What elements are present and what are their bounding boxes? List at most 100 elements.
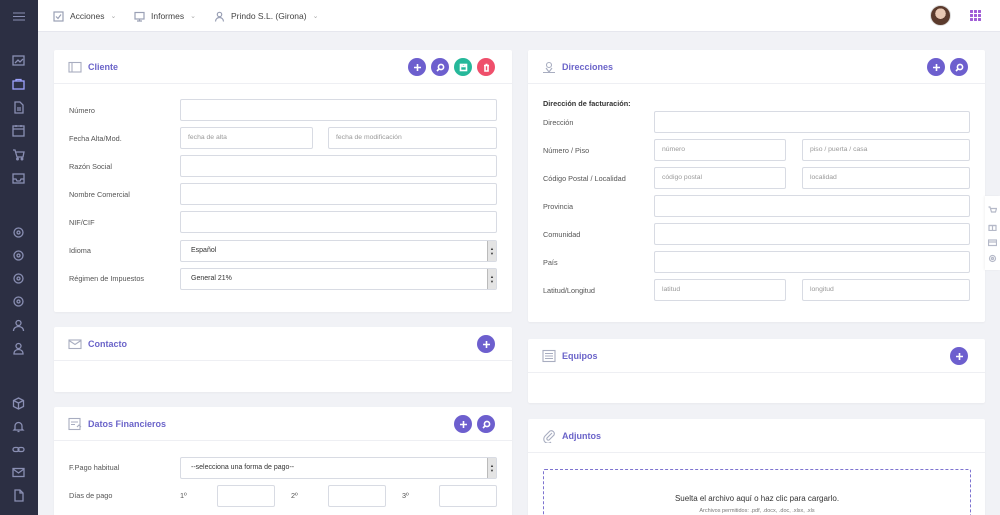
informes-menu[interactable]: Informes ⌄ [134,0,196,32]
dropzone-allowed: Archivos permitidos: .pdf, .docx, .doc, … [699,508,815,514]
comunidad-input[interactable] [654,223,970,245]
contacto-header: Contacto [54,327,512,361]
numero-input[interactable] [180,99,497,121]
adjuntos-header: Adjuntos [528,419,985,453]
company-menu[interactable]: Prindo S.L. (Girona) ⌄ [214,0,318,32]
sidebar-inbox-icon[interactable] [12,172,25,185]
idioma-value: Español [191,247,217,254]
regimen-label: Régimen de Impuestos [69,274,145,283]
plus-icon [955,352,963,360]
dia1-input[interactable] [217,485,275,507]
sidebar-cart-icon[interactable] [12,148,25,161]
provincia-label: Provincia [543,202,574,211]
finance-document-icon [68,417,82,431]
numero-input[interactable]: número [654,139,786,161]
chevron-down-icon: ⌄ [190,13,196,20]
regimen-select[interactable]: General 21% ▲ ▼ [180,268,497,290]
facturacion-subhead: Dirección de facturación: [543,99,631,108]
avatar[interactable] [930,5,951,26]
adjuntos-panel: Adjuntos Suelta el archivo aquí o haz cl… [528,419,985,515]
add-button[interactable] [408,58,426,76]
add-equipo-button[interactable] [950,347,968,365]
sidebar-box-icon[interactable] [12,397,25,410]
nif-label: NIF/CIF [69,218,95,227]
latitud-input[interactable]: latitud [654,279,786,301]
search-direccion-button[interactable] [950,58,968,76]
add-financieros-button[interactable] [454,415,472,433]
nombre-comercial-input[interactable] [180,183,497,205]
trash-icon [483,63,489,72]
sidebar-settings-icon-3[interactable] [12,272,25,285]
contacto-title: Contacto [88,339,127,349]
location-icon [542,60,556,74]
search-button[interactable] [431,58,449,76]
save-button[interactable] [454,58,472,76]
latlon-label: Latitud/Longitud [543,286,595,295]
acciones-menu[interactable]: Acciones ⌄ [53,0,116,32]
direccion-label: Dirección [543,118,574,127]
contacto-panel: Contacto [54,327,512,392]
sidebar-document-icon[interactable] [12,101,25,114]
user-icon [214,11,225,22]
search-financieros-button[interactable] [477,415,495,433]
apps-grid-icon[interactable] [970,10,981,21]
dia1-label: 1º [180,491,187,500]
provincia-input[interactable] [654,195,970,217]
sidebar-mail-icon[interactable] [12,466,25,479]
idioma-select[interactable]: Español ▲ ▼ [180,240,497,262]
card-icon[interactable] [987,234,998,247]
add-direccion-button[interactable] [927,58,945,76]
sidebar-settings-icon-1[interactable] [12,226,25,239]
sidebar-chart-icon[interactable] [12,54,25,67]
dia2-label: 2º [291,491,298,500]
regimen-value: General 21% [191,275,232,282]
sidebar-link-icon[interactable] [12,443,25,456]
gift-icon[interactable] [988,218,997,232]
sidebar-users-icon[interactable] [12,319,25,332]
sidebar-bell-icon[interactable] [12,420,25,433]
sidebar-user-icon[interactable] [12,342,25,355]
pais-input[interactable] [654,251,970,273]
numero-piso-label: Número / Piso [543,146,590,155]
razon-social-input[interactable] [180,155,497,177]
dia2-input[interactable] [328,485,386,507]
direccion-input[interactable] [654,111,970,133]
sidebar-settings-icon-4[interactable] [12,295,25,308]
add-contacto-button[interactable] [477,335,495,353]
file-dropzone[interactable]: Suelta el archivo aquí o haz clic para c… [543,469,971,515]
cliente-panel: Cliente Número Fecha Alta/Mod. fecha de … [54,50,512,312]
delete-button[interactable] [477,58,495,76]
search-icon [954,63,963,72]
cp-input[interactable]: código postal [654,167,786,189]
sidebar-file-icon[interactable] [12,489,25,502]
chevron-down-icon: ⌄ [312,13,319,20]
nif-input[interactable] [180,211,497,233]
longitud-input[interactable]: longitud [802,279,970,301]
fecha-mod-input[interactable]: fecha de modificación [328,127,497,149]
direcciones-panel: Direcciones Dirección de facturación: Di… [528,50,985,322]
localidad-input[interactable]: localidad [802,167,970,189]
informes-icon [134,11,145,22]
acciones-icon [53,10,64,22]
sidebar-clients-icon[interactable] [12,78,25,91]
piso-input[interactable]: piso / puerta / casa [802,139,970,161]
dropzone-text: Suelta el archivo aquí o haz clic para c… [674,494,840,503]
dia3-input[interactable] [439,485,497,507]
cliente-header: Cliente [54,50,512,84]
sidebar-settings-icon-2[interactable] [12,249,25,262]
fecha-alta-input[interactable]: fecha de alta [180,127,313,149]
sidebar-calendar-icon[interactable] [12,124,25,137]
folder-icon [68,60,82,74]
gear-icon[interactable] [988,250,997,263]
select-arrow-icon: ▲ ▼ [487,458,496,478]
cart-icon[interactable] [988,202,998,213]
pais-label: País [543,258,558,267]
search-icon [481,420,490,429]
direcciones-header: Direcciones [528,50,985,84]
menu-toggle[interactable] [0,0,38,32]
adjuntos-title: Adjuntos [562,431,601,441]
fpago-select[interactable]: --selecciona una forma de pago-- ▲ ▼ [180,457,497,479]
sidebar [0,0,38,515]
hamburger-icon [13,12,25,20]
idioma-label: Idioma [69,246,91,255]
